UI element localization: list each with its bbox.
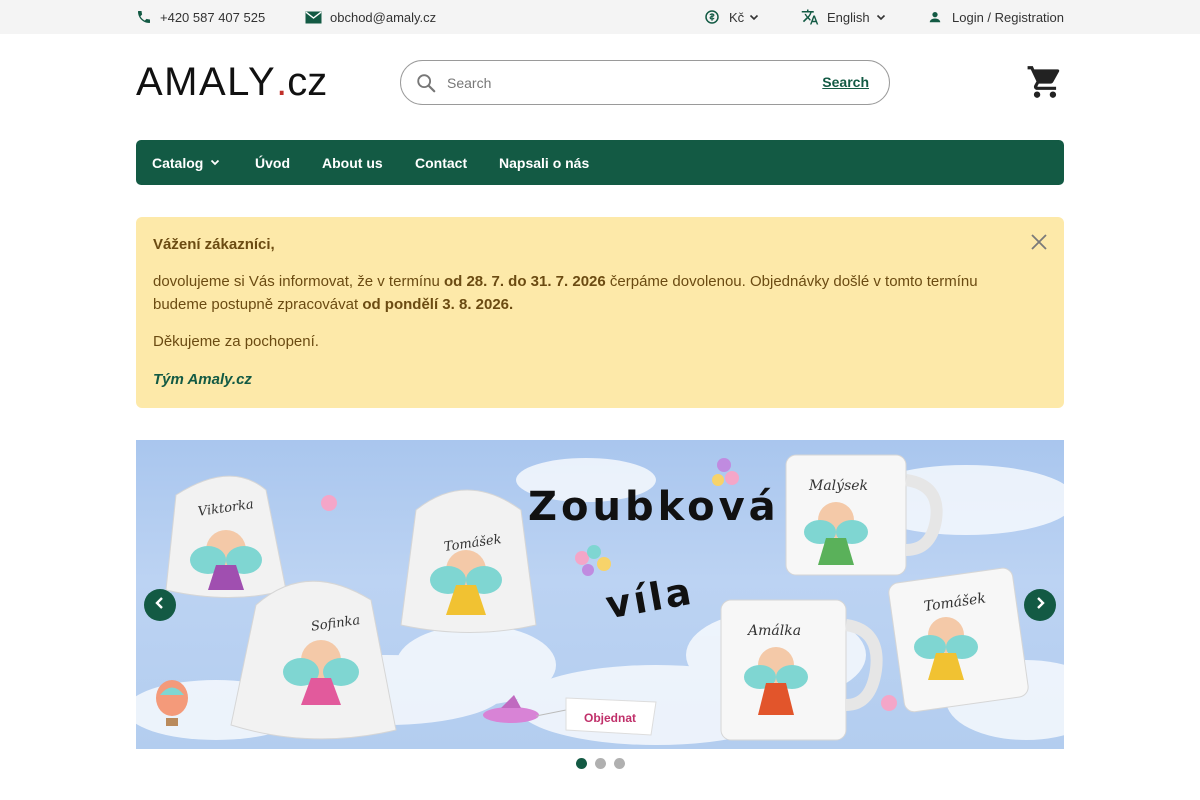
chevron-down-icon [209,155,221,171]
phone-icon [136,9,152,25]
mug-3 [888,567,1029,713]
currency-label: Kč [729,9,745,25]
nav-item-about-us[interactable]: About us [322,140,383,185]
search-icon [415,72,437,94]
logo-tld: cz [287,60,328,104]
nav-item-contact[interactable]: Contact [415,140,467,185]
notice-greeting-text: Vážení zákazníci, [153,236,275,253]
search-input[interactable] [447,74,787,91]
carousel-dot[interactable] [576,758,587,769]
carousel-next-button[interactable] [1024,589,1056,621]
mail-icon [305,11,322,24]
login-label: Login / Registration [952,9,1065,25]
notice-thanks: Děkujeme za pochopení. [153,333,319,350]
email-address: obchod@amaly.cz [330,9,437,25]
chevron-left-icon [153,596,167,615]
main-navigation: Catalog Úvod About us Contact Napsali o … [136,140,1064,185]
cart-button[interactable] [1026,63,1064,101]
notice-greeting: Vážení zákazníci, [153,236,275,253]
notice-text: budeme postupně zpracovávat [153,296,363,313]
currency-selector[interactable]: Kč [703,0,760,34]
nav-item-label: About us [322,154,383,171]
carousel-indicators [576,758,633,769]
nav-item-label: Catalog [152,154,204,171]
gift-bag-3 [230,580,397,740]
search-button[interactable]: Search [822,74,869,90]
banner-title-top: Zoubková [528,484,780,530]
banner-order-label[interactable]: Objednat [584,711,636,725]
logo-dot: . [276,60,288,104]
banner-illustration: Zoubková víla Viktorka Tomášek Sofinka M… [136,454,1064,745]
nav-item-uvod[interactable]: Úvod [255,140,290,185]
language-label: English [827,9,870,25]
notice-paragraph-line-1: dovolujeme si Vás informovat, že v termí… [153,273,978,290]
phone-number: +420 587 407 525 [160,9,266,25]
notice-text: čerpáme dovolenou. Objednávky došlé v to… [605,273,978,290]
banner-name: Malýsek [808,477,868,494]
carousel-dot[interactable] [614,758,625,769]
gift-bag-2 [400,489,537,633]
top-bar: +420 587 407 525 obchod@amaly.cz Kč Engl… [0,0,1200,34]
chevron-right-icon [1033,596,1047,615]
banner-name: Amálka [746,623,801,639]
gift-bag-1 [165,475,287,598]
login-link[interactable]: Login / Registration [928,0,1064,34]
notice-resume-date: od pondělí 3. 8. 2026. [362,296,514,313]
translate-icon [801,8,819,26]
search-bar: Search [400,60,890,105]
user-icon [928,10,942,24]
nav-item-label: Contact [415,154,468,171]
chevron-down-icon [748,11,760,23]
chevron-down-icon [875,11,887,23]
cart-icon [1026,66,1064,105]
carousel-prev-button[interactable] [144,589,176,621]
nav-item-catalog[interactable]: Catalog [152,140,221,185]
email-link[interactable]: obchod@amaly.cz [305,0,436,34]
nav-item-label: Napsali o nás [499,154,590,171]
nav-item-label: Úvod [255,154,290,171]
close-notice-button[interactable] [1030,233,1048,251]
notice-date-range: od 28. 7. do 31. 7. 2026 [443,273,606,290]
notice-signature: Tým Amaly.cz [153,371,252,388]
notice-text: dovolujeme si Vás informovat, že v termí… [153,273,444,290]
nav-item-napsali-o-nas[interactable]: Napsali o nás [499,140,589,185]
currency-exchange-icon [703,8,721,26]
vacation-notice: Vážení zákazníci, dovolujeme si Vás info… [136,217,1064,408]
close-icon [1030,234,1048,255]
site-logo[interactable]: AMALY . cz [136,62,327,102]
carousel-dot[interactable] [595,758,606,769]
logo-brand: AMALY [136,60,277,104]
notice-paragraph-line-2: budeme postupně zpracovávat od pondělí 3… [153,296,513,313]
language-selector[interactable]: English [801,0,887,34]
phone-link[interactable]: +420 587 407 525 [136,0,265,34]
hero-banner[interactable]: Zoubková víla Viktorka Tomášek Sofinka M… [136,440,1064,749]
banner-title-bottom: víla [602,569,697,628]
